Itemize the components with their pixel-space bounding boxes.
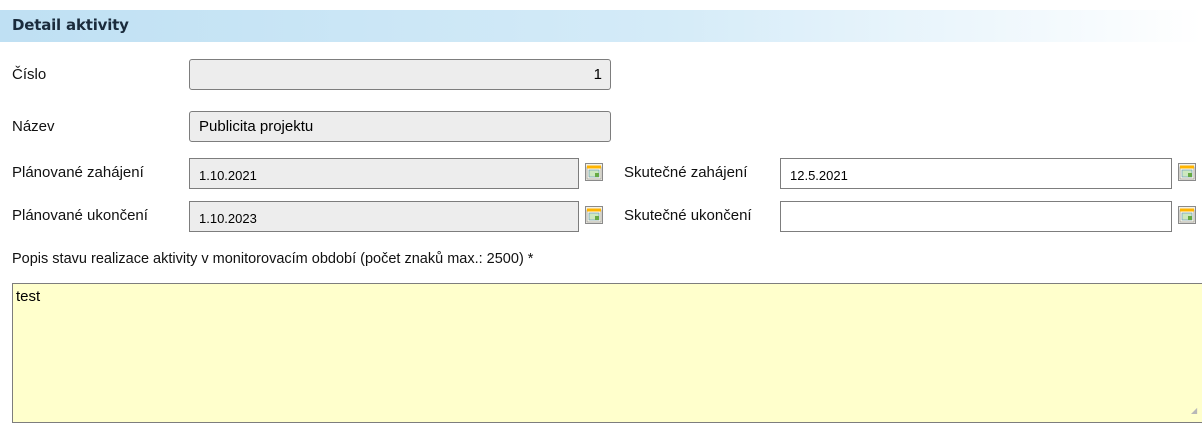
nazev-field: Publicita projektu [189, 111, 611, 142]
section-title: Detail aktivity [12, 16, 129, 34]
planovane-ukonceni-field: 1.10.2023 [189, 201, 579, 232]
nazev-label: Název [12, 118, 55, 135]
planovane-zahajeni-field: 1.10.2021 [189, 158, 579, 189]
description-label: Popis stavu realizace aktivity v monitor… [12, 251, 534, 267]
calendar-icon[interactable] [585, 163, 603, 181]
cislo-field: 1 [189, 59, 611, 90]
cislo-label: Číslo [12, 66, 47, 83]
calendar-icon[interactable] [585, 206, 603, 224]
skutecne-zahajeni-label: Skutečné zahájení [624, 164, 748, 181]
skutecne-zahajeni-input[interactable]: 12.5.2021 [780, 158, 1172, 189]
calendar-icon[interactable] [1178, 206, 1196, 224]
skutecne-ukonceni-input[interactable] [780, 201, 1172, 232]
section-header: Detail aktivity [0, 10, 1202, 42]
planovane-ukonceni-label: Plánované ukončení [12, 207, 148, 224]
planovane-zahajeni-label: Plánované zahájení [12, 164, 144, 181]
calendar-icon[interactable] [1178, 163, 1196, 181]
description-textarea[interactable]: test [12, 283, 1202, 423]
skutecne-ukonceni-label: Skutečné ukončení [624, 207, 752, 224]
